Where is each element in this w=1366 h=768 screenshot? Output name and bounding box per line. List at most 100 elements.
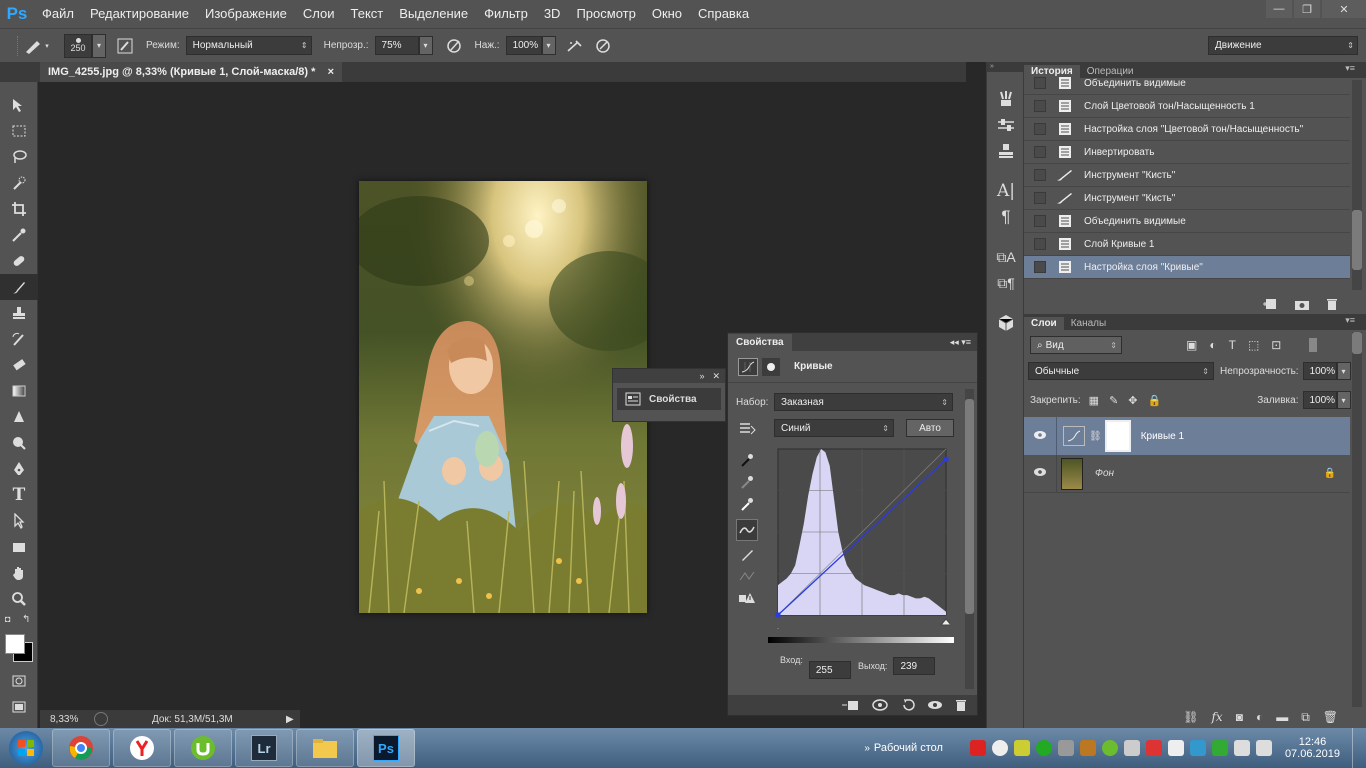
start-button[interactable] bbox=[0, 728, 52, 768]
3d-panel-icon[interactable] bbox=[987, 310, 1025, 336]
history-snapshot-checkbox[interactable] bbox=[1034, 100, 1046, 112]
panel-collapse-icon[interactable]: ◂◂ ▾≡ bbox=[950, 337, 977, 348]
scrollbar-thumb[interactable] bbox=[965, 399, 974, 614]
rectangle-tool-icon[interactable] bbox=[0, 534, 38, 560]
history-item[interactable]: Инструмент "Кисть" bbox=[1024, 164, 1350, 187]
layer-style-fx-icon[interactable]: fx bbox=[1211, 710, 1222, 724]
brush-size-dropdown[interactable]: ▾ bbox=[92, 33, 106, 58]
tray-cloud-icon[interactable] bbox=[991, 740, 1008, 756]
filter-shape-icon[interactable]: ⬚ bbox=[1248, 338, 1259, 352]
mask-icon[interactable] bbox=[762, 357, 780, 376]
tray-volume-icon[interactable] bbox=[1255, 740, 1272, 756]
path-select-tool-icon[interactable] bbox=[0, 508, 38, 534]
layer-visibility-eye-icon[interactable] bbox=[1024, 467, 1056, 480]
add-mask-icon[interactable]: ◙ bbox=[1236, 710, 1243, 724]
menu-file[interactable]: Файл bbox=[34, 0, 82, 28]
history-snapshot-checkbox[interactable] bbox=[1034, 238, 1046, 250]
pressure-field[interactable]: 100% bbox=[505, 36, 542, 55]
character-panel-icon[interactable]: A| bbox=[987, 178, 1025, 204]
properties-panel-button[interactable]: Свойства bbox=[617, 388, 721, 410]
menu-image[interactable]: Изображение bbox=[197, 0, 295, 28]
link-layers-icon[interactable]: ⛓ bbox=[1183, 710, 1198, 724]
brush-preset-icon[interactable]: ▾ bbox=[18, 35, 54, 57]
properties-scrollbar[interactable] bbox=[965, 389, 974, 689]
menu-layers[interactable]: Слои bbox=[295, 0, 343, 28]
layer-row-curves[interactable]: ⛓ Кривые 1 bbox=[1024, 417, 1350, 455]
crop-tool-icon[interactable] bbox=[0, 196, 38, 222]
brush-tool-icon[interactable] bbox=[0, 274, 38, 300]
close-tab-icon[interactable]: × bbox=[328, 66, 334, 78]
tray-utorrent-icon[interactable] bbox=[1101, 740, 1118, 756]
menu-view[interactable]: Просмотр bbox=[568, 0, 643, 28]
tray-network-warning-icon[interactable] bbox=[1145, 740, 1162, 756]
pencil-draw-icon[interactable] bbox=[736, 543, 758, 565]
panel-menu-icon[interactable]: ▾≡ bbox=[1338, 314, 1362, 327]
filter-pixel-icon[interactable]: ▣ bbox=[1186, 338, 1197, 352]
scrollbar-thumb[interactable] bbox=[1352, 332, 1362, 354]
character-styles-icon[interactable]: ⧉A bbox=[987, 244, 1025, 270]
document-image[interactable] bbox=[359, 181, 647, 613]
history-snapshot-checkbox[interactable] bbox=[1034, 77, 1046, 89]
clone-source-icon[interactable] bbox=[987, 138, 1025, 164]
pen-tool-icon[interactable] bbox=[0, 456, 38, 482]
utorrent-taskbar-icon[interactable] bbox=[174, 729, 232, 767]
history-item[interactable]: Настройка слоя "Цветовой тон/Насыщенност… bbox=[1024, 118, 1350, 141]
history-item[interactable]: Настройка слоя "Кривые" bbox=[1024, 256, 1350, 279]
float-panel-header[interactable]: » ✕ bbox=[613, 369, 725, 383]
brush-settings-icon[interactable] bbox=[987, 112, 1025, 138]
lock-image-icon[interactable]: ✎ bbox=[1109, 394, 1118, 407]
channel-select[interactable]: Синий ⇕ bbox=[774, 419, 894, 437]
clip-to-layer-icon[interactable] bbox=[841, 699, 859, 711]
layer-link-icon[interactable]: ⛓ bbox=[1089, 431, 1102, 442]
status-menu-arrow-icon[interactable]: ▶ bbox=[286, 714, 294, 725]
fill-field[interactable]: 100% bbox=[1302, 391, 1337, 409]
history-item[interactable]: Слой Цветовой тон/Насыщенность 1 bbox=[1024, 95, 1350, 118]
filter-type-icon[interactable]: T bbox=[1229, 338, 1236, 352]
new-group-icon[interactable]: ▬ bbox=[1276, 710, 1288, 724]
lasso-tool-icon[interactable] bbox=[0, 144, 38, 170]
tray-clock[interactable]: 12:46 07.06.2019 bbox=[1285, 736, 1340, 760]
tray-shield-icon[interactable] bbox=[1123, 740, 1140, 756]
eraser-tool-icon[interactable] bbox=[0, 352, 38, 378]
zoom-tool-icon[interactable] bbox=[0, 586, 38, 612]
history-snapshot-checkbox[interactable] bbox=[1034, 123, 1046, 135]
swap-colors-icon[interactable]: ↰ bbox=[22, 614, 30, 625]
brush-panel-icon[interactable] bbox=[114, 35, 136, 57]
tray-printer-icon[interactable] bbox=[1167, 740, 1184, 756]
lock-all-icon[interactable]: 🔒 bbox=[1148, 394, 1162, 407]
tray-key-icon[interactable] bbox=[1079, 740, 1096, 756]
explorer-taskbar-icon[interactable] bbox=[296, 729, 354, 767]
new-layer-icon[interactable]: ⧉ bbox=[1301, 710, 1310, 725]
chrome-taskbar-icon[interactable] bbox=[52, 729, 110, 767]
layer-filter-select[interactable]: ⌕ Вид ⇕ bbox=[1030, 336, 1122, 354]
airbrush-icon[interactable] bbox=[564, 35, 586, 57]
trash-icon[interactable] bbox=[1326, 298, 1338, 310]
trash-icon[interactable] bbox=[955, 699, 967, 711]
menu-window[interactable]: Окно bbox=[644, 0, 690, 28]
new-adjustment-layer-icon[interactable]: ◐ bbox=[1256, 710, 1263, 724]
move-tool-icon[interactable] bbox=[0, 92, 38, 118]
pressure-size-icon[interactable] bbox=[592, 35, 614, 57]
brush-presets-icon[interactable] bbox=[987, 86, 1025, 112]
black-point-eyedropper-icon[interactable] bbox=[736, 449, 758, 471]
layer-row-background[interactable]: Фон 🔒 bbox=[1024, 454, 1350, 493]
paragraph-styles-icon[interactable]: ⧉¶ bbox=[987, 270, 1025, 296]
mode-select[interactable]: Нормальный ⇕ bbox=[185, 36, 312, 55]
clone-stamp-tool-icon[interactable] bbox=[0, 300, 38, 326]
layer-visibility-eye-icon[interactable] bbox=[1024, 430, 1056, 443]
quick-select-tool-icon[interactable] bbox=[0, 170, 38, 196]
tray-app-icon[interactable] bbox=[969, 740, 986, 756]
foreground-color-swatch[interactable] bbox=[5, 634, 25, 654]
blur-tool-icon[interactable] bbox=[0, 404, 38, 430]
filter-toggle-switch[interactable] bbox=[1309, 338, 1318, 352]
history-item[interactable]: Объединить видимые bbox=[1024, 72, 1350, 95]
history-snapshot-checkbox[interactable] bbox=[1034, 215, 1046, 227]
filter-adjustment-icon[interactable]: ◐ bbox=[1209, 338, 1216, 352]
curves-graph[interactable] bbox=[774, 447, 950, 629]
type-tool-icon[interactable]: T bbox=[0, 482, 38, 508]
curves-adjustment-icon[interactable] bbox=[738, 357, 758, 376]
desktop-toolbar[interactable]: Рабочий стол bbox=[874, 742, 943, 754]
brush-size-picker[interactable]: 250 bbox=[64, 33, 92, 58]
tray-tool-icon[interactable] bbox=[1013, 740, 1030, 756]
fill-dropdown[interactable]: ▾ bbox=[1336, 391, 1351, 409]
